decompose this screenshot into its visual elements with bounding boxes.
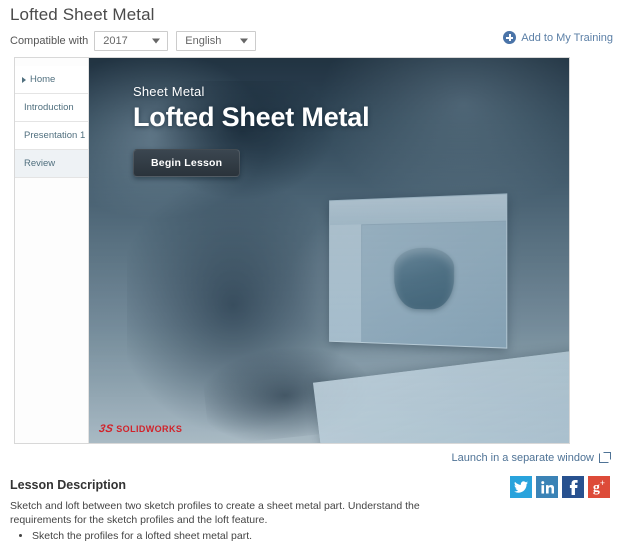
list-item: Sketch the profiles for a lofted sheet m… xyxy=(32,529,465,543)
sidebar-item-home[interactable]: Home xyxy=(15,66,88,94)
google-plus-share-button[interactable]: g+ xyxy=(588,476,610,498)
header-controls: Compatible with 2017 English Add to My T… xyxy=(10,31,613,51)
linkedin-share-button[interactable] xyxy=(536,476,558,498)
chevron-down-icon xyxy=(240,38,249,44)
twitter-icon xyxy=(514,481,528,493)
chevron-down-icon xyxy=(152,38,161,44)
sidebar-item-introduction[interactable]: Introduction xyxy=(15,94,88,122)
version-select-value: 2017 xyxy=(103,35,128,47)
facebook-icon xyxy=(569,479,578,495)
begin-lesson-button[interactable]: Begin Lesson xyxy=(133,149,241,177)
page-title: Lofted Sheet Metal xyxy=(10,5,155,24)
hero-banner: Sheet Metal Lofted Sheet Metal Begin Les… xyxy=(89,58,569,443)
hero-title: Lofted Sheet Metal xyxy=(133,102,370,132)
sidebar-item-presentation-1[interactable]: Presentation 1 xyxy=(15,122,88,150)
add-to-my-training-label: Add to My Training xyxy=(521,31,613,44)
external-link-icon xyxy=(599,452,611,463)
solidworks-logo-text: SOLIDWORKS xyxy=(116,424,183,434)
page-header: Lofted Sheet Metal Compatible with 2017 … xyxy=(0,0,623,51)
lesson-nav-sidebar: Home Introduction Presentation 1 Review xyxy=(15,58,89,443)
twitter-share-button[interactable] xyxy=(510,476,532,498)
social-share-bar: g+ xyxy=(510,476,610,498)
language-select[interactable]: English xyxy=(176,31,257,51)
solidworks-logo: 3S SOLIDWORKS xyxy=(97,423,183,435)
sidebar-item-label: Presentation 1 xyxy=(24,130,86,141)
version-select[interactable]: 2017 xyxy=(94,31,169,51)
lesson-description-section: Lesson Description Sketch and loft betwe… xyxy=(10,478,465,543)
add-to-my-training-button[interactable]: Add to My Training xyxy=(503,31,613,44)
plus-circle-icon xyxy=(503,31,517,44)
compatible-with-label: Compatible with xyxy=(10,35,89,47)
facebook-share-button[interactable] xyxy=(562,476,584,498)
launch-link-label: Launch in a separate window xyxy=(451,452,594,464)
launch-separate-window-link[interactable]: Launch in a separate window xyxy=(451,452,611,464)
sidebar-item-label: Review xyxy=(24,158,56,169)
sidebar-item-review[interactable]: Review xyxy=(15,150,88,178)
language-select-value: English xyxy=(185,35,222,47)
lesson-player: Home Introduction Presentation 1 Review … xyxy=(14,57,570,444)
hero-text-block: Sheet Metal Lofted Sheet Metal Begin Les… xyxy=(133,84,370,177)
caret-right-icon xyxy=(22,76,26,83)
hero-eyebrow: Sheet Metal xyxy=(133,84,205,99)
linkedin-icon xyxy=(540,480,554,494)
sidebar-item-label: Home xyxy=(30,74,56,85)
dassault-mark-icon: 3S xyxy=(97,423,115,435)
lesson-description-body: Sketch and loft between two sketch profi… xyxy=(10,500,420,526)
lesson-description-title: Lesson Description xyxy=(10,478,126,492)
lesson-description-bullets: Sketch the profiles for a lofted sheet m… xyxy=(10,529,465,543)
google-plus-icon: g+ xyxy=(592,477,606,496)
sidebar-item-label: Introduction xyxy=(24,102,74,113)
